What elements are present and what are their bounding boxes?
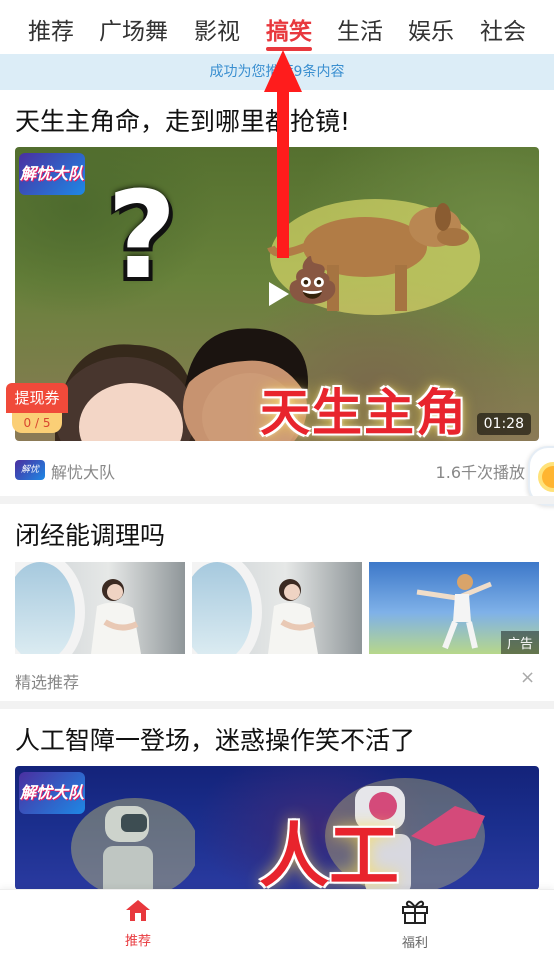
withdraw-coupon-widget[interactable]: 提现券 0 / 5 bbox=[6, 383, 68, 435]
tab-entertainment[interactable]: 娱乐 bbox=[408, 12, 454, 46]
ad-title[interactable]: 闭经能调理吗 bbox=[15, 516, 165, 552]
video-overlay-text: 人工 bbox=[259, 815, 399, 890]
video-title[interactable]: 人工智障一登场，迷惑操作笑不活了 bbox=[15, 721, 415, 757]
nav-welfare[interactable]: 福利 bbox=[375, 898, 455, 951]
tab-recommend[interactable]: 推荐 bbox=[28, 12, 74, 46]
tab-society[interactable]: 社会 bbox=[480, 12, 526, 46]
poop-emoji-icon: 💩 bbox=[285, 255, 340, 306]
video-overlay-text: 天生主角 bbox=[260, 384, 468, 441]
video-thumbnail[interactable]: 解忧大队 ? 💩 天生主角 01:28 bbox=[15, 147, 539, 441]
video-title[interactable]: 天生主角命，走到哪里都抢镜! bbox=[15, 102, 350, 138]
coupon-label: 提现券 bbox=[6, 383, 68, 413]
active-tab-indicator bbox=[266, 47, 312, 51]
author-name[interactable]: 解忧大队 bbox=[51, 459, 115, 483]
video-meta: 解忧 解忧大队 1.6千次播放 bbox=[15, 458, 545, 483]
gift-icon bbox=[402, 900, 428, 924]
section-divider bbox=[0, 701, 554, 709]
woman-image bbox=[91, 579, 141, 654]
question-mark-graphic: ? bbox=[107, 167, 177, 306]
nav-recommend[interactable]: 推荐 bbox=[98, 898, 178, 949]
section-divider bbox=[0, 496, 554, 504]
tab-film[interactable]: 影视 bbox=[194, 12, 240, 46]
sun-icon bbox=[542, 466, 554, 488]
home-icon bbox=[126, 900, 150, 921]
coupon-progress: 0 / 5 bbox=[12, 413, 62, 433]
window-graphic bbox=[15, 562, 85, 654]
bottom-navigation: 推荐 福利 bbox=[0, 889, 554, 957]
woman-image bbox=[268, 579, 318, 654]
tab-life[interactable]: 生活 bbox=[337, 12, 383, 46]
nav-recommend-label: 推荐 bbox=[124, 934, 151, 949]
robot-image bbox=[71, 798, 195, 890]
tab-square-dance[interactable]: 广场舞 bbox=[99, 12, 168, 46]
category-tabs: 推荐 广场舞 影视 搞笑 生活 娱乐 社会 bbox=[0, 0, 554, 54]
tab-funny[interactable]: 搞笑 bbox=[266, 12, 312, 46]
ad-image-3[interactable]: 广告 bbox=[369, 562, 539, 654]
video-duration: 01:28 bbox=[476, 413, 531, 435]
nav-welfare-label: 福利 bbox=[401, 936, 428, 951]
ad-image-1[interactable] bbox=[15, 562, 185, 654]
author-avatar[interactable]: 解忧 bbox=[15, 460, 45, 480]
refresh-toast: 成功为您推荐9条内容 bbox=[0, 54, 554, 90]
window-graphic bbox=[192, 562, 262, 654]
play-count: 1.6千次播放 bbox=[435, 463, 525, 482]
ad-image-2[interactable] bbox=[192, 562, 362, 654]
ad-image-row[interactable]: 广告 bbox=[15, 562, 539, 654]
ad-tag: 广告 bbox=[500, 631, 539, 654]
video-thumbnail[interactable]: 解忧大队 人工 bbox=[15, 766, 539, 890]
ad-source-label: 精选推荐 bbox=[15, 673, 80, 692]
play-icon[interactable] bbox=[269, 282, 289, 306]
channel-logo: 解忧大队 bbox=[19, 153, 85, 195]
jumping-woman-image bbox=[416, 574, 492, 650]
ad-close-icon[interactable]: × bbox=[520, 667, 535, 688]
